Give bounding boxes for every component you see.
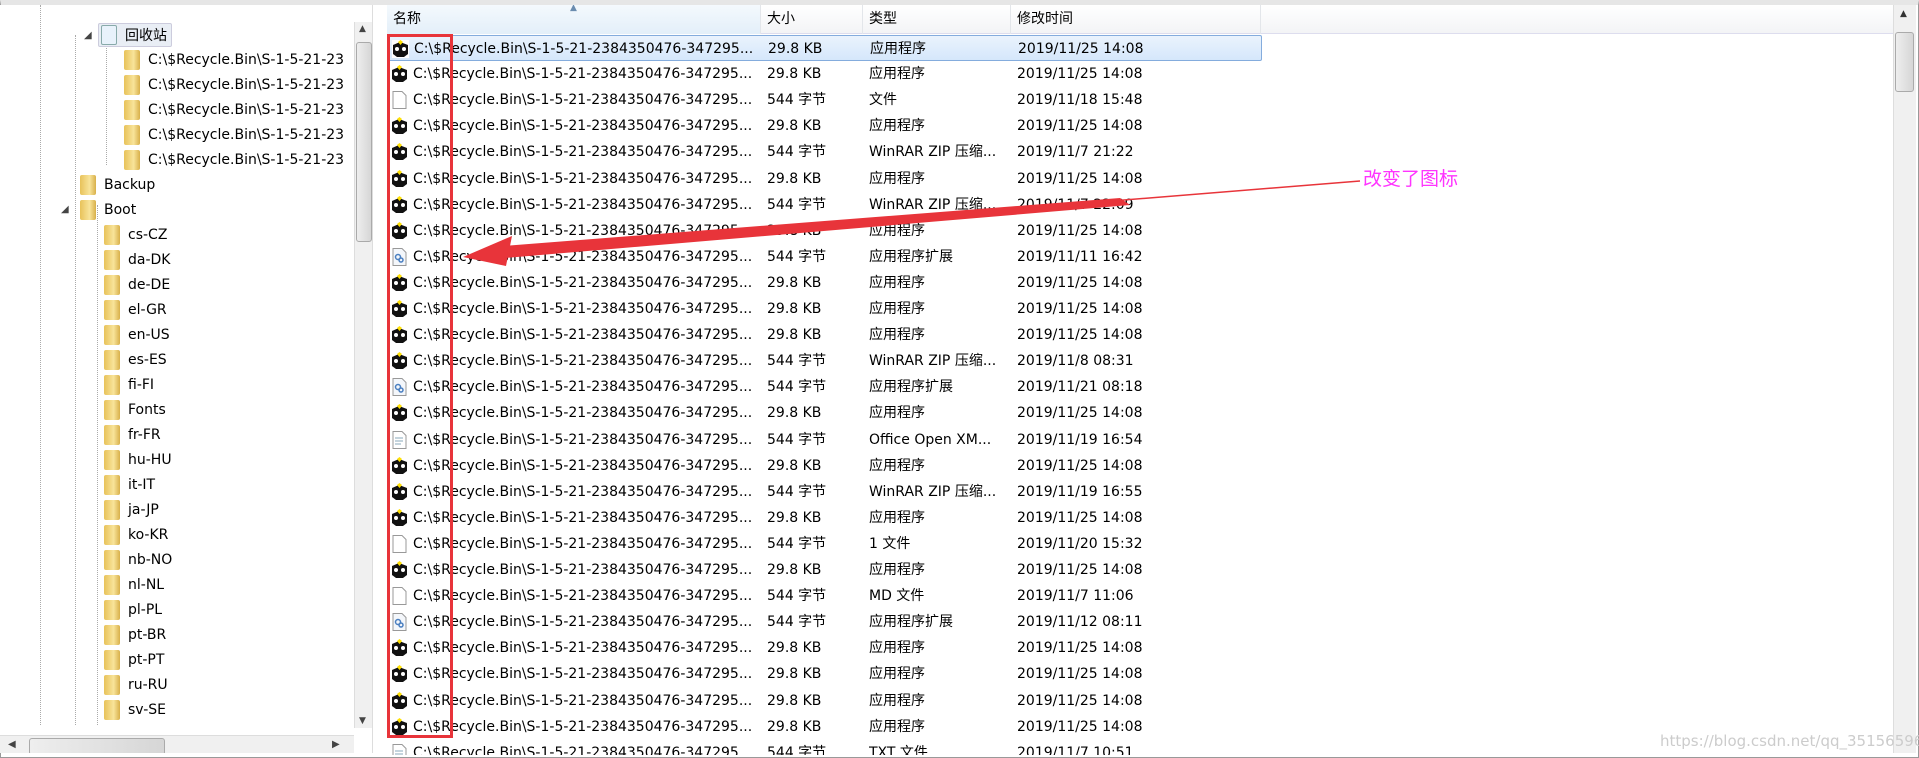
annotation-arrow <box>463 180 1361 266</box>
watermark: https://blog.csdn.net/qq_35156596 <box>1660 732 1919 750</box>
arrow-head <box>463 236 512 266</box>
annotation-text: 改变了图标 <box>1363 168 1459 190</box>
arrow-shaft <box>503 198 1130 258</box>
